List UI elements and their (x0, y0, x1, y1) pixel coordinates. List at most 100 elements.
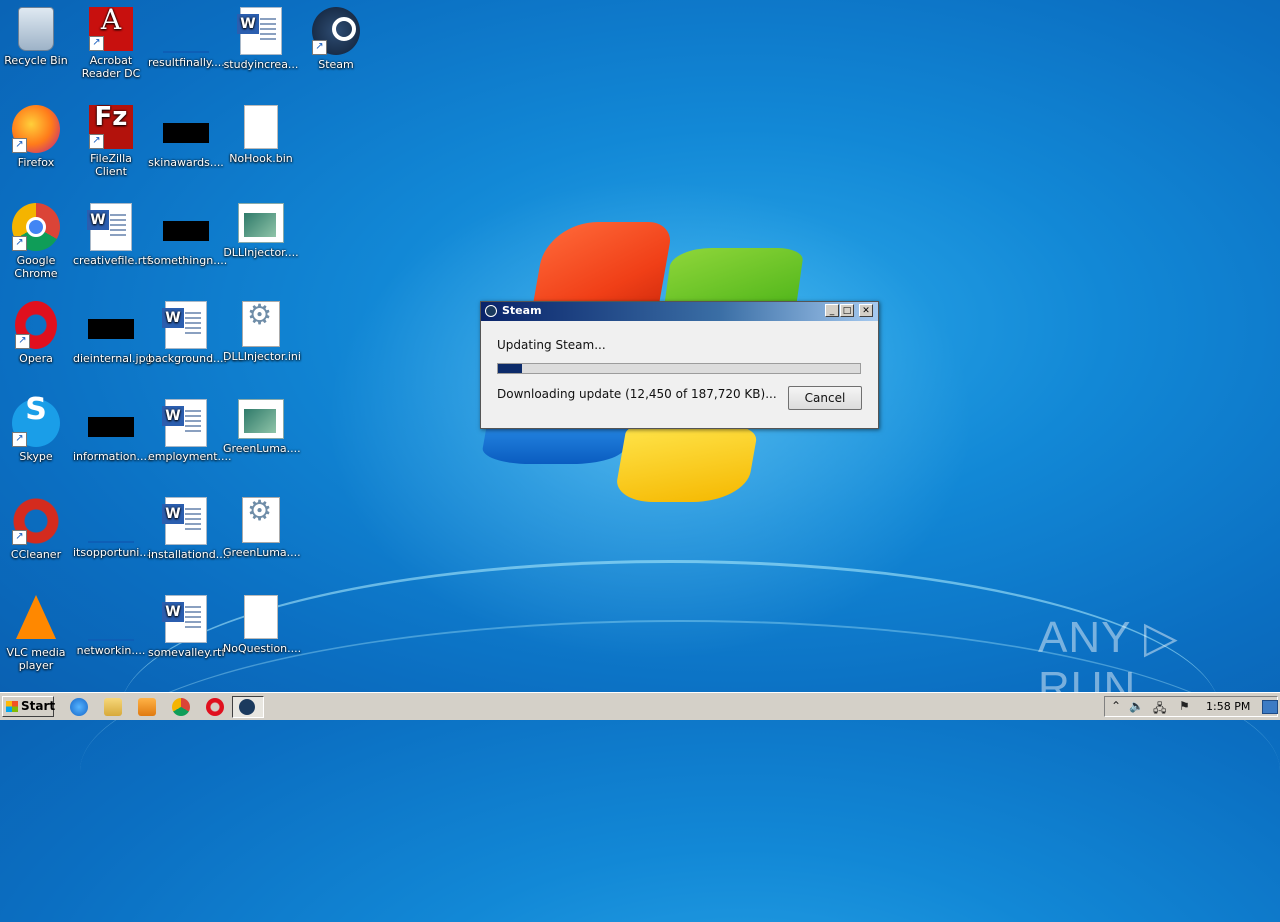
desktop-icon-label: Firefox (17, 156, 55, 169)
dialog-body: Updating Steam... Downloading update (12… (481, 321, 878, 426)
word-document-icon (162, 399, 207, 447)
firefox-icon: ↗ (12, 105, 60, 153)
desktop-icon-file[interactable]: information.... (73, 399, 151, 463)
desktop-icon-label: Recycle Bin (4, 54, 68, 67)
desktop-icon-file[interactable]: NoHook.bin (223, 105, 299, 165)
file-icon (88, 609, 134, 641)
taskbar-clock[interactable]: 1:58 PM (1206, 700, 1250, 713)
desktop-icon-image-file[interactable]: dieinternal.jpg (73, 301, 153, 365)
file-icon (88, 417, 134, 437)
blank-file-icon (244, 595, 278, 639)
desktop-icon-file[interactable]: networkin.... (73, 595, 149, 657)
desktop-icon-label: NoQuestion.... (223, 642, 302, 655)
recycle-bin-icon (18, 7, 54, 51)
show-hidden-icons-icon[interactable]: ⌃ (1111, 699, 1121, 713)
internet-explorer-icon[interactable] (70, 698, 88, 716)
minimize-button[interactable]: _ (825, 304, 839, 317)
desktop-icon-filezilla[interactable]: ↗ FileZilla Client (73, 105, 149, 178)
taskbar-steam-button[interactable] (232, 696, 264, 718)
desktop-icon-label: employment.... (148, 450, 232, 463)
desktop-icon-file[interactable]: itsopportuni.... (73, 497, 154, 559)
blank-file-icon (244, 105, 278, 149)
settings-file-icon (242, 301, 280, 347)
steam-update-dialog: Steam _ □ ✕ Updating Steam... Downloadin… (480, 301, 879, 429)
volume-icon[interactable]: 🔈 (1129, 699, 1144, 713)
desktop-icon-label: networkin.... (76, 644, 146, 657)
vlc-cone-icon (16, 595, 56, 639)
word-document-icon (237, 7, 282, 55)
file-icon (163, 221, 209, 241)
start-button[interactable]: Start (2, 696, 55, 717)
desktop-icon-label: GreenLuma.... (223, 546, 301, 559)
dialog-title: Steam (502, 304, 542, 317)
show-desktop-icon[interactable] (1262, 700, 1278, 714)
progress-fill (498, 364, 522, 373)
desktop-icon-label: FileZilla Client (90, 152, 132, 178)
maximize-button[interactable]: □ (840, 304, 854, 317)
desktop-icon-application[interactable]: DLLInjector.... (223, 203, 299, 259)
steam-icon: ↗ (312, 7, 360, 55)
media-player-icon[interactable] (138, 698, 156, 716)
filezilla-icon: ↗ (89, 105, 133, 149)
desktop-icon-application[interactable]: GreenLuma.... (223, 399, 301, 455)
desktop-icon-label: Steam (318, 58, 354, 71)
desktop-icon-label: itsopportuni.... (73, 546, 154, 559)
network-icon[interactable]: 🖧 (1153, 699, 1166, 720)
desktop-icon-steam[interactable]: ↗ Steam (298, 7, 374, 71)
dialog-titlebar[interactable]: Steam _ □ ✕ (481, 302, 878, 321)
desktop-icon-skype[interactable]: ↗ Skype (0, 399, 74, 463)
desktop-icon-label: somevalley.rtf (148, 646, 226, 659)
desktop-icon-word-document[interactable]: creativefile.rtf (73, 203, 150, 267)
steam-icon (239, 699, 255, 715)
desktop-icon-vlc[interactable]: VLC media player (0, 595, 74, 672)
desktop-icon-file[interactable]: NoQuestion.... (223, 595, 302, 655)
file-icon (88, 511, 134, 543)
desktop-icon-file[interactable]: resultfinally.... (148, 7, 225, 69)
cancel-button[interactable]: Cancel (788, 386, 862, 410)
desktop-icon-firefox[interactable]: ↗ Firefox (0, 105, 74, 169)
taskbar: Start ⌃ 🔈 🖧 ⚑ (0, 692, 1280, 720)
settings-file-icon (242, 497, 280, 543)
desktop-icon-label: CCleaner (10, 548, 62, 561)
file-explorer-icon[interactable] (104, 698, 122, 716)
desktop-icon-config-file[interactable]: GreenLuma.... (223, 497, 301, 559)
chrome-icon[interactable] (172, 698, 190, 716)
word-document-icon (162, 497, 207, 545)
opera-icon: ↗ (15, 301, 57, 349)
desktop-icon-label: GreenLuma.... (223, 442, 301, 455)
update-progress-bar (497, 363, 861, 374)
desktop-icon-google-chrome[interactable]: ↗ Google Chrome (0, 203, 74, 280)
desktop-icon-config-file[interactable]: DLLInjector.ini (223, 301, 301, 363)
word-document-icon (162, 301, 207, 349)
skype-icon: ↗ (12, 399, 60, 447)
update-status-text: Updating Steam... (497, 338, 606, 352)
desktop-icon-label: VLC media player (6, 646, 66, 672)
desktop-icon-label: DLLInjector.... (223, 246, 299, 259)
desktop-icon-word-document[interactable]: background.... (148, 301, 227, 365)
application-icon (238, 203, 284, 243)
desktop-icon-opera[interactable]: ↗ Opera (0, 301, 74, 365)
desktop-icon-label: resultfinally.... (148, 56, 225, 69)
close-button[interactable]: ✕ (859, 304, 873, 317)
opera-icon[interactable] (206, 698, 224, 716)
desktop-icon-label: Acrobat Reader DC (81, 54, 141, 80)
desktop-icon-label: skinawards.... (148, 156, 224, 169)
desktop-icon-acrobat-reader[interactable]: ↗ Acrobat Reader DC (73, 7, 149, 80)
action-center-flag-icon[interactable]: ⚑ (1179, 699, 1190, 713)
desktop-icon-word-document[interactable]: installationd.... (148, 497, 230, 561)
desktop-icon-file[interactable]: skinawards.... (148, 105, 224, 169)
desktop-icon-word-document[interactable]: somevalley.rtf (148, 595, 226, 659)
desktop-icon-ccleaner[interactable]: ↗ CCleaner (0, 497, 74, 561)
desktop-icon-word-document[interactable]: studyincrea... (223, 7, 299, 71)
file-icon (163, 21, 209, 53)
desktop-icon-label: information.... (73, 450, 151, 463)
desktop-icon-label: studyincrea... (223, 58, 299, 71)
desktop-icon-label: dieinternal.jpg (73, 352, 153, 365)
desktop-icon-recycle-bin[interactable]: Recycle Bin (0, 7, 74, 67)
desktop-icon-label: DLLInjector.ini (223, 350, 301, 363)
desktop-icon-word-document[interactable]: employment.... (148, 399, 232, 463)
acrobat-reader-icon: ↗ (89, 7, 133, 51)
file-icon (163, 123, 209, 143)
desktop-icon-file[interactable]: somethingn.... (148, 203, 227, 267)
steam-icon (485, 305, 497, 317)
